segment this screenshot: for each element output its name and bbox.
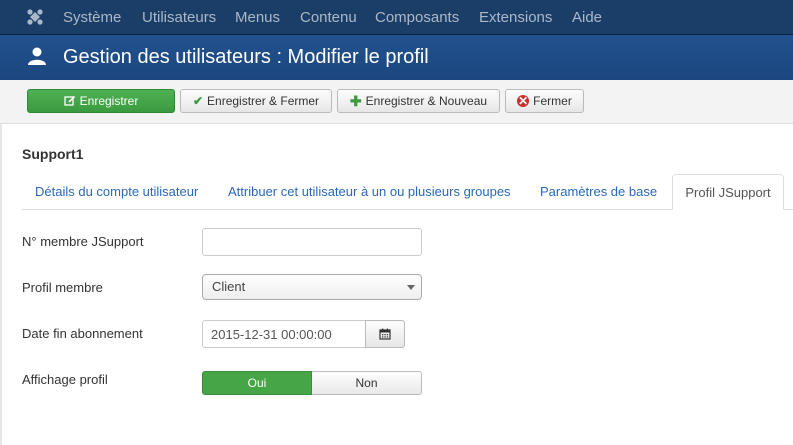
user-name-heading: Support1	[22, 146, 84, 162]
menu-help[interactable]: Aide	[572, 10, 602, 26]
menu-components[interactable]: Composants	[375, 10, 459, 26]
member-profile-label: Profil membre	[22, 280, 103, 295]
toolbar: Enregistrer ✔ Enregistrer & Fermer ✚ Enr…	[0, 80, 793, 124]
save-close-button-label: Enregistrer & Fermer	[207, 94, 320, 108]
save-new-button-label: Enregistrer & Nouveau	[365, 94, 488, 108]
cancel-icon: ✕	[517, 94, 530, 108]
profile-display-yes-button[interactable]: Oui	[202, 371, 312, 395]
calendar-button[interactable]	[365, 320, 405, 348]
profile-display-yes-label: Oui	[247, 376, 267, 390]
page-header: Gestion des utilisateurs : Modifier le p…	[0, 35, 793, 80]
save-button-label: Enregistrer	[79, 94, 139, 108]
member-profile-select[interactable]: Client	[202, 274, 422, 300]
user-icon	[28, 47, 46, 65]
subscription-end-label: Date fin abonnement	[22, 326, 143, 341]
profile-display-no-label: Non	[355, 376, 378, 390]
calendar-icon	[379, 328, 391, 340]
tab-jsupport-profile[interactable]: Profil JSupport	[672, 174, 784, 210]
tab-assigned-groups[interactable]: Attribuer cet utilisateur à un ou plusie…	[228, 184, 511, 199]
save-close-button[interactable]: ✔ Enregistrer & Fermer	[180, 89, 332, 113]
menu-menus[interactable]: Menus	[235, 10, 280, 26]
tab-basic-settings[interactable]: Paramètres de base	[540, 184, 657, 199]
joomla-logo-icon[interactable]	[26, 8, 44, 26]
content-edge	[0, 124, 2, 445]
menu-content[interactable]: Contenu	[300, 10, 357, 26]
close-button-label: Fermer	[533, 94, 572, 108]
profile-display-label: Affichage profil	[22, 372, 108, 387]
top-menu-bar: Système Utilisateurs Menus Contenu Compo…	[0, 0, 793, 35]
save-button[interactable]: Enregistrer	[27, 89, 175, 113]
edit-icon	[64, 95, 75, 106]
member-number-input[interactable]	[202, 228, 422, 256]
member-profile-value: Client	[212, 279, 246, 294]
tab-account-details[interactable]: Détails du compte utilisateur	[35, 184, 198, 199]
menu-system[interactable]: Système	[63, 10, 121, 26]
close-button[interactable]: ✕ Fermer	[505, 89, 584, 113]
menu-users[interactable]: Utilisateurs	[142, 10, 216, 26]
check-icon: ✔	[192, 94, 204, 108]
profile-display-no-button[interactable]: Non	[312, 371, 422, 395]
subscription-end-input[interactable]	[202, 320, 366, 348]
tab-jsupport-profile-label: Profil JSupport	[685, 184, 771, 200]
plus-icon: ✚	[349, 93, 362, 109]
member-number-label: N° membre JSupport	[22, 234, 144, 249]
chevron-down-icon	[407, 285, 415, 290]
save-new-button[interactable]: ✚ Enregistrer & Nouveau	[337, 89, 500, 113]
page-title: Gestion des utilisateurs : Modifier le p…	[63, 46, 429, 68]
menu-extensions[interactable]: Extensions	[479, 10, 552, 26]
